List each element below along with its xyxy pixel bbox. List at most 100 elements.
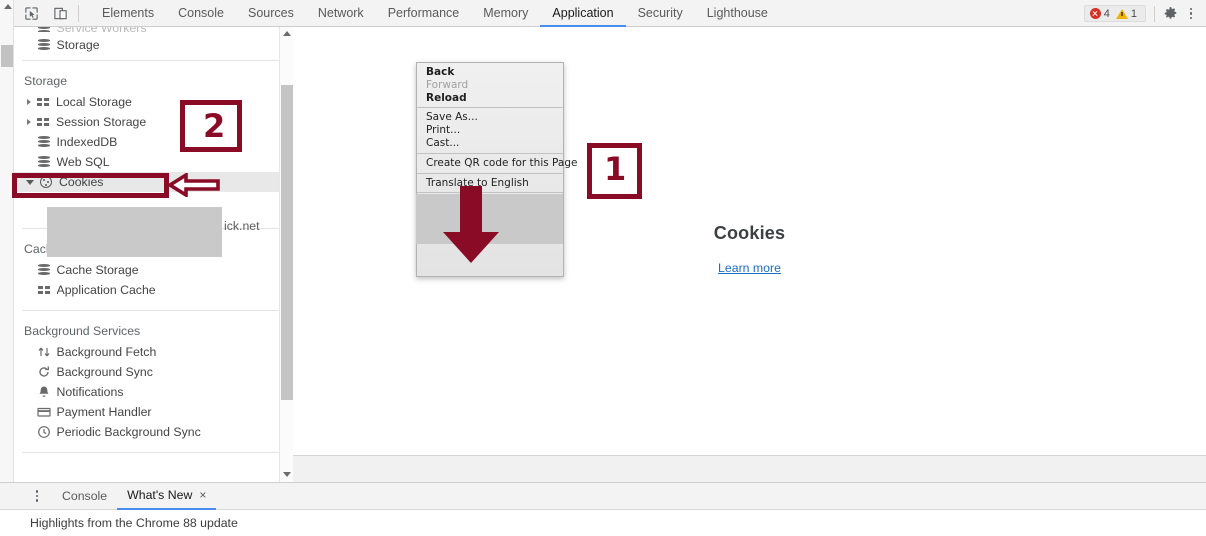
sidebar-scroll-down-icon[interactable] [283,472,291,477]
tab-performance[interactable]: Performance [376,0,472,27]
sidebar-item-label: Background Fetch [56,345,157,359]
left-arrow-annotation [166,171,220,199]
arrows-up-down-icon [37,345,51,359]
grid-icon [36,95,50,109]
gear-icon[interactable] [1163,6,1178,21]
sidebar-divider [22,310,280,311]
sidebar-item-label: Application Cache [56,283,156,297]
toolbar-icon-group [22,4,70,23]
drawer-kebab-menu-icon[interactable] [30,488,44,504]
whats-new-heading: Highlights from the Chrome 88 update [30,516,238,530]
devtools-drawer: Console What's New × Highlights from the C… [0,482,1206,536]
sidebar-item-web-sql[interactable]: Web SQL [14,152,280,172]
sidebar-item-periodic-background-sync[interactable]: Periodic Background Sync [14,422,280,442]
menu-separator [417,152,563,154]
sidebar-scrollbar[interactable] [279,27,293,482]
menu-item-save-as[interactable]: Save As... [417,111,563,124]
clock-icon [37,425,51,439]
menu-item-create-qr-code-for-this-page[interactable]: Create QR code for this Page [417,157,577,170]
database-icon [37,38,51,52]
sidebar-item-notifications[interactable]: Notifications [14,382,280,402]
sidebar-scroll-up-icon[interactable] [283,31,291,36]
annotation-box-cookies [12,173,169,198]
error-count: 4 [1103,7,1110,20]
sidebar-item-label: Web SQL [56,155,110,169]
database-icon [37,135,51,149]
down-arrow-annotation [437,186,505,264]
tab-application[interactable]: Application [540,0,626,27]
sidebar-item-label: Periodic Background Sync [56,425,201,439]
sidebar-section-storage: Storage [24,74,68,88]
sidebar-divider [22,452,280,453]
grid-icon [36,115,50,129]
annotation-number-2: 2 [203,107,226,145]
sidebar-item-background-sync[interactable]: Background Sync [14,362,280,382]
warning-icon [1115,8,1128,19]
application-sidebar: Service Workers Storage Storage Local Stor… [14,27,293,482]
toolbar-divider [78,5,79,22]
sidebar-clipped-label: Service Workers [57,27,147,32]
sidebar-item-label: Local Storage [56,95,132,109]
tab-sources[interactable]: Sources [236,0,306,27]
tab-lighthouse[interactable]: Lighthouse [695,0,780,27]
devtools-toolbar: Elements Console Sources Network Performance… [0,0,1206,27]
tab-elements[interactable]: Elements [90,0,166,27]
device-toolbar-icon[interactable] [51,4,70,23]
chevron-right-icon[interactable] [27,99,31,105]
sidebar-item-label: Notifications [56,385,124,399]
menu-item-back[interactable]: Back [417,66,563,79]
drawer-tab-list: Console What's New × [0,483,1206,510]
database-icon [37,27,51,32]
menu-item-print[interactable]: Print... [417,124,563,137]
chevron-right-icon[interactable] [27,119,31,125]
issue-counts[interactable]: 4 1 [1083,5,1146,22]
toolbar-divider-2 [1154,5,1155,22]
sync-icon [37,365,51,379]
drawer-tab-what-s-new[interactable]: What's New × [117,483,217,510]
menu-item-cast[interactable]: Cast... [417,137,563,150]
menu-item-forward: Forward [426,78,469,91]
close-icon[interactable]: × [199,489,206,501]
panel-tab-list: Elements Console Sources Network Performance… [90,0,780,27]
sidebar-item-storage[interactable]: Storage [14,35,280,55]
cookie-domain-partial[interactable]: ick.net [224,219,260,233]
database-icon [37,155,51,169]
sidebar-item-background-fetch[interactable]: Background Fetch [14,342,280,362]
error-icon [1089,8,1101,19]
sidebar-section-background-services: Background Services [24,324,141,338]
warning-count: 1 [1130,7,1137,20]
sidebar-item-label: Cache Storage [56,263,139,277]
inspect-element-icon[interactable] [22,4,41,23]
tab-security[interactable]: Security [626,0,695,27]
scrollbar-thumb[interactable] [1,45,13,67]
bell-icon [37,385,51,399]
kebab-menu-icon[interactable] [1184,6,1198,22]
sidebar-clipped-row: Service Workers [14,27,280,32]
sidebar-item-label: Background Sync [56,365,153,379]
tab-console[interactable]: Console [166,0,236,27]
drawer-tab-label: What's New [127,487,193,502]
outer-scrollbar[interactable] [0,0,14,482]
drawer-tabs: Console What's New × [52,483,217,510]
menu-separator [417,172,563,174]
sidebar-item-application-cache[interactable]: Application Cache [14,280,280,300]
menu-separator [417,107,563,109]
drawer-content: Highlights from the Chrome 88 update [0,510,1206,536]
sidebar-item-payment-handler[interactable]: Payment Handler [14,402,280,422]
annotation-number-1: 1 [604,150,627,188]
menu-item-reload[interactable]: Reload [417,92,563,105]
tab-network[interactable]: Network [306,0,376,27]
scroll-up-arrow-icon[interactable] [4,4,12,9]
credit-card-icon [36,405,51,419]
drawer-tab-console[interactable]: Console [52,483,117,510]
tab-memory[interactable]: Memory [471,0,540,27]
sidebar-item-label: Payment Handler [56,405,152,419]
sidebar-item-label: Storage [56,38,100,52]
grid-icon [37,283,51,297]
database-icon [37,263,51,277]
sidebar-scrollbar-thumb[interactable] [281,85,293,400]
toolbar-right-group: 4 1 [1083,0,1198,27]
redaction-block-cookies [47,207,222,257]
sidebar-item-cache-storage[interactable]: Cache Storage [14,260,280,280]
sidebar-divider [22,60,280,61]
